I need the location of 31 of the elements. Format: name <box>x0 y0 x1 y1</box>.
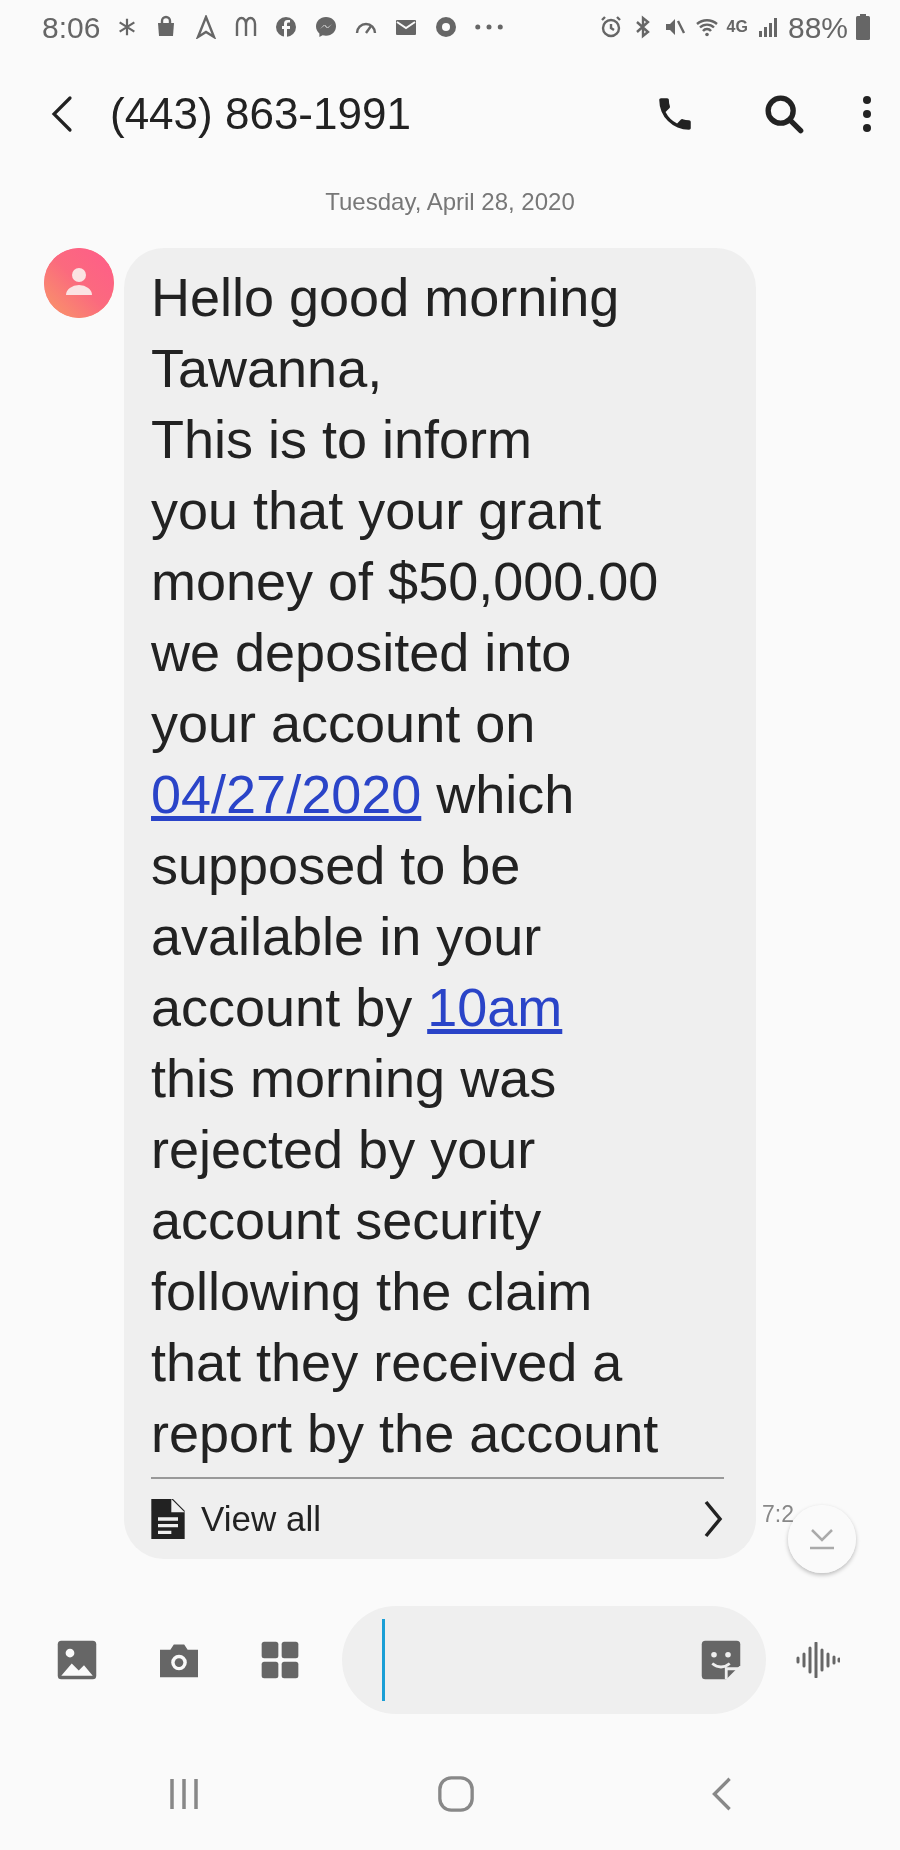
search-button[interactable] <box>764 94 804 134</box>
navigation-arrow-icon <box>194 15 219 39</box>
voice-button[interactable] <box>796 1642 840 1678</box>
chat-bubble-icon <box>314 15 339 39</box>
gallery-button[interactable] <box>56 1639 98 1681</box>
avatar-icon <box>44 248 114 318</box>
view-all-label: View all <box>201 1497 321 1540</box>
sticker-icon <box>700 1639 742 1681</box>
contact-title: (443) 863-1991 <box>110 88 411 140</box>
network-type: 4G <box>726 17 748 37</box>
message-time: 7:2 <box>762 1499 794 1529</box>
battery-icon <box>856 14 870 40</box>
camera-button[interactable] <box>158 1641 200 1679</box>
apps-grid-button[interactable] <box>260 1640 300 1680</box>
scroll-down-icon <box>807 1527 837 1551</box>
chevron-right-icon <box>702 1499 724 1539</box>
more-options-button[interactable] <box>862 96 872 132</box>
back-button[interactable] <box>50 94 74 134</box>
document-icon <box>151 1499 185 1539</box>
round-app-icon <box>274 15 299 39</box>
message-text: Hello good morning Tawanna, This is to inform you that your grant money of $50,000.00 we deposited into your account on 04/27/2020 which supposed to be available in your account by 10am this morning was rejected by your account security following the claim that they received a report by the account <box>151 266 660 1465</box>
battery-level: 88% <box>787 9 848 46</box>
date-label: Tuesday, April 28, 2020 <box>325 188 575 215</box>
circle-ring-icon <box>434 15 459 39</box>
clock-time: 8:06 <box>42 9 101 46</box>
more-icon <box>474 23 505 31</box>
home-button[interactable] <box>437 1775 475 1813</box>
view-all-button[interactable]: View all <box>151 1477 724 1559</box>
message-link[interactable]: 04/27/2020 <box>151 764 422 824</box>
message-link[interactable]: 10am <box>427 977 563 1037</box>
arches-icon <box>234 15 259 39</box>
